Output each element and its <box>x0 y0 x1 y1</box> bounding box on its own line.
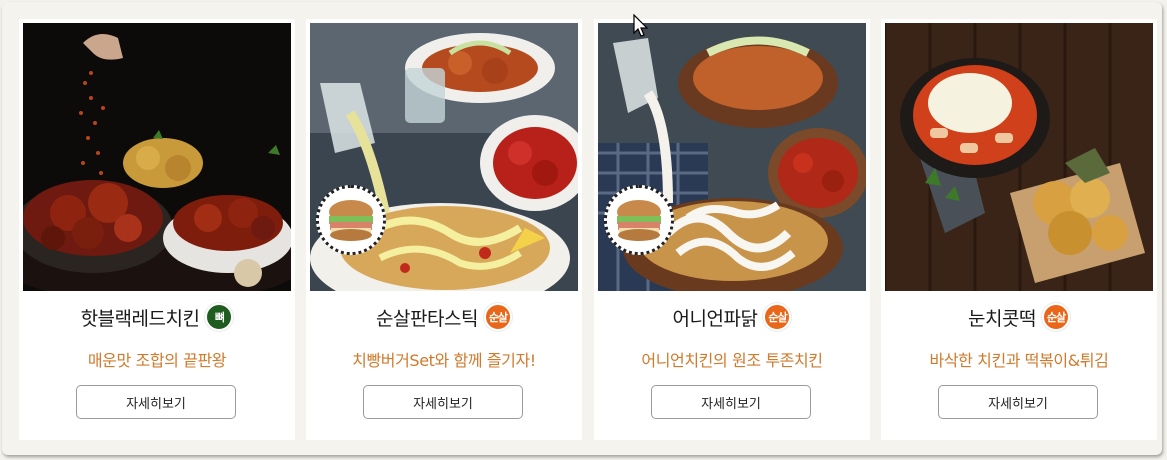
product-carousel: 핫블랙레드치킨 뼈 매운맛 조합의 끝판왕 자세히보기 순살판타스틱 순살 치빵… <box>2 2 1162 455</box>
view-details-button[interactable]: 자세히보기 <box>651 385 811 419</box>
product-name: 핫블랙레드치킨 <box>80 307 200 330</box>
boneless-badge-icon: 순살 <box>483 303 512 331</box>
product-photo[interactable] <box>310 23 578 291</box>
product-photo[interactable] <box>23 23 291 291</box>
product-title-row: 어니언파닭 순살 <box>594 302 870 332</box>
product-name: 눈치콧떡 <box>968 307 1036 330</box>
burger-icon <box>607 188 671 252</box>
product-card-hot-black-red[interactable]: 핫블랙레드치킨 뼈 매운맛 조합의 끝판왕 자세히보기 <box>19 19 295 440</box>
product-card-sunsal-fantastic[interactable]: 순살판타스틱 순살 치빵버거Set와 함께 즐기자! 자세히보기 <box>306 19 582 440</box>
boneless-badge-icon: 순살 <box>1041 303 1070 331</box>
mouse-cursor-icon <box>633 14 649 37</box>
product-photo[interactable] <box>885 23 1153 291</box>
chicken-tteokbokki-photo-image <box>885 23 1153 291</box>
burger-set-badge <box>316 185 386 255</box>
product-title-row: 눈치콧떡 순살 <box>881 302 1157 332</box>
boneless-badge-icon: 순살 <box>763 303 792 331</box>
product-title-row: 핫블랙레드치킨 뼈 <box>19 302 295 332</box>
product-photo[interactable] <box>598 23 866 291</box>
view-details-button[interactable]: 자세히보기 <box>363 385 523 419</box>
burger-set-badge <box>604 185 674 255</box>
view-details-button[interactable]: 자세히보기 <box>938 385 1098 419</box>
product-card-onion-padak[interactable]: 어니언파닭 순살 어니언치킨의 원조 투존치킨 자세히보기 <box>594 19 870 440</box>
product-description: 어니언치킨의 원조 투존치킨 <box>641 351 823 370</box>
spicy-chicken-photo-image <box>23 23 291 291</box>
product-title-row: 순살판타스틱 순살 <box>306 302 582 332</box>
product-card-nunchi-kottteok[interactable]: 눈치콧떡 순살 바삭한 치킨과 떡볶이&튀김 자세히보기 <box>881 19 1157 440</box>
product-description: 치빵버거Set와 함께 즐기자! <box>352 351 536 370</box>
view-details-button[interactable]: 자세히보기 <box>76 385 236 419</box>
bone-badge-icon: 뼈 <box>205 303 234 331</box>
product-name: 어니언파닭 <box>672 307 758 330</box>
product-description: 바삭한 치킨과 떡볶이&튀김 <box>929 351 1109 370</box>
burger-icon <box>319 188 383 252</box>
product-description: 매운맛 조합의 끝판왕 <box>87 351 227 370</box>
product-name: 순살판타스틱 <box>376 307 478 330</box>
